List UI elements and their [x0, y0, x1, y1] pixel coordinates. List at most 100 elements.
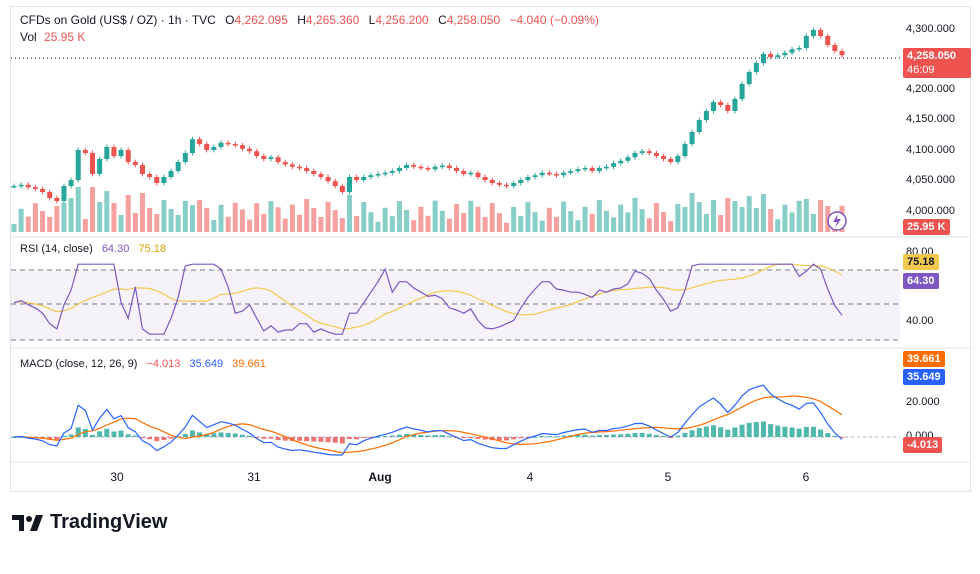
volume-bar — [40, 211, 46, 232]
macd-hist-bar — [297, 437, 303, 441]
macd-signal-value: 39.661 — [232, 358, 266, 370]
candle-body — [239, 145, 245, 149]
macd-hist-bar — [689, 430, 695, 437]
volume-bar — [182, 201, 188, 232]
volume-bar — [639, 209, 645, 232]
macd-hist-bar — [325, 437, 331, 443]
macd-hist-bar — [318, 437, 324, 442]
macd-hist-bar — [818, 429, 824, 437]
macd-signal-line — [13, 395, 843, 454]
volume-bar — [61, 203, 67, 232]
candle-body — [304, 168, 310, 171]
candle-body — [539, 172, 545, 176]
volume-bar — [760, 194, 766, 232]
macd-hist-bar — [675, 435, 681, 437]
candle-body — [468, 172, 474, 175]
macd-hist-bar — [832, 435, 838, 437]
symbol-title[interactable]: CFDs on Gold (US$ / OZ) · 1h · TVC — [20, 13, 216, 27]
macd-hist-bar — [425, 435, 431, 437]
macd-signal-tag: 39.661 — [903, 351, 945, 367]
volume-bar — [68, 198, 74, 232]
candle-body — [418, 166, 424, 169]
legend-volume: Vol 25.95 K — [20, 30, 86, 44]
change-value: −4.040 (−0.09%) — [509, 13, 599, 27]
volume-bar — [297, 214, 303, 232]
rsi-band — [11, 270, 900, 340]
volume-bar — [332, 210, 338, 232]
price-axis-label: 4,200.000 — [906, 83, 955, 95]
candle-body — [553, 174, 559, 176]
candle-body — [775, 55, 781, 57]
macd-hist-bar — [639, 432, 645, 437]
macd-hist-bar — [553, 436, 559, 438]
volume-bar — [218, 204, 224, 232]
volume-bar — [525, 202, 531, 232]
macd-hist-bar — [504, 437, 510, 441]
volume-bar — [518, 216, 524, 232]
rsi-axis-label: 40.00 — [906, 315, 934, 327]
candle-body — [746, 72, 752, 84]
candle-body — [111, 147, 117, 156]
macd-hist-bar — [682, 432, 688, 437]
volume-bar — [454, 204, 460, 232]
chart-canvas[interactable] — [0, 0, 980, 574]
time-axis-label: 4 — [526, 470, 534, 484]
volume-bar — [446, 218, 452, 232]
volume-bar — [139, 193, 145, 232]
candle-body — [518, 180, 524, 183]
volume-bar — [618, 204, 624, 232]
candle-body — [532, 175, 538, 177]
volume-bar — [546, 207, 552, 232]
volume-bar — [468, 200, 474, 232]
candle-body — [760, 54, 766, 63]
low-value: 4,256.200 — [375, 13, 429, 27]
volume-bar — [147, 208, 153, 232]
candle-body — [789, 49, 795, 53]
volume-bar — [339, 218, 345, 232]
candle-body — [147, 174, 153, 177]
macd-hist-bar — [539, 435, 545, 437]
candle-body — [646, 151, 652, 153]
candle-body — [325, 177, 331, 182]
volume-bar — [211, 220, 217, 232]
time-axis-label: 31 — [247, 470, 261, 484]
volume-bar — [275, 207, 281, 232]
volume-bar — [611, 217, 617, 232]
volume-bar — [154, 214, 160, 232]
legend-main: CFDs on Gold (US$ / OZ) · 1h · TVC O4,26… — [20, 13, 599, 27]
volume-bar — [603, 210, 609, 232]
volume-bar — [368, 212, 374, 232]
macd-hist-bar — [632, 432, 638, 437]
tradingview-logo[interactable]: TradingView — [12, 511, 167, 534]
volume-bar — [496, 213, 502, 232]
volume-bar — [375, 221, 381, 232]
price-axis-label: 4,050.000 — [906, 174, 955, 186]
volume-bar — [768, 209, 774, 232]
macd-hist-bar — [739, 424, 745, 437]
volume-bar — [82, 219, 88, 232]
macd-hist-bar — [104, 428, 110, 437]
candle-body — [768, 54, 774, 57]
candle-body — [289, 164, 295, 167]
price-axis-label: 4,150.000 — [906, 113, 955, 125]
candle-body — [832, 45, 838, 51]
candle-body — [40, 189, 46, 192]
tradingview-logo-icon — [12, 514, 43, 531]
macd-hist-bar — [54, 437, 60, 440]
volume-bar — [675, 204, 681, 232]
candle-body — [282, 162, 288, 165]
brand-name: TradingView — [50, 511, 168, 533]
candle-body — [796, 48, 802, 50]
macd-hist-bar — [711, 425, 717, 437]
rsi-tag: 64.30 — [903, 273, 939, 289]
macd-hist-bar — [475, 437, 481, 439]
macd-hist-bar — [68, 434, 74, 437]
macd-hist-bar — [211, 433, 217, 437]
macd-hist-bar — [760, 421, 766, 437]
macd-hist-bar — [161, 437, 167, 440]
candle-body — [175, 162, 181, 171]
volume-bar — [703, 214, 709, 232]
volume-bar — [596, 200, 602, 232]
volume-bar — [282, 218, 288, 232]
candle-body — [689, 132, 695, 144]
